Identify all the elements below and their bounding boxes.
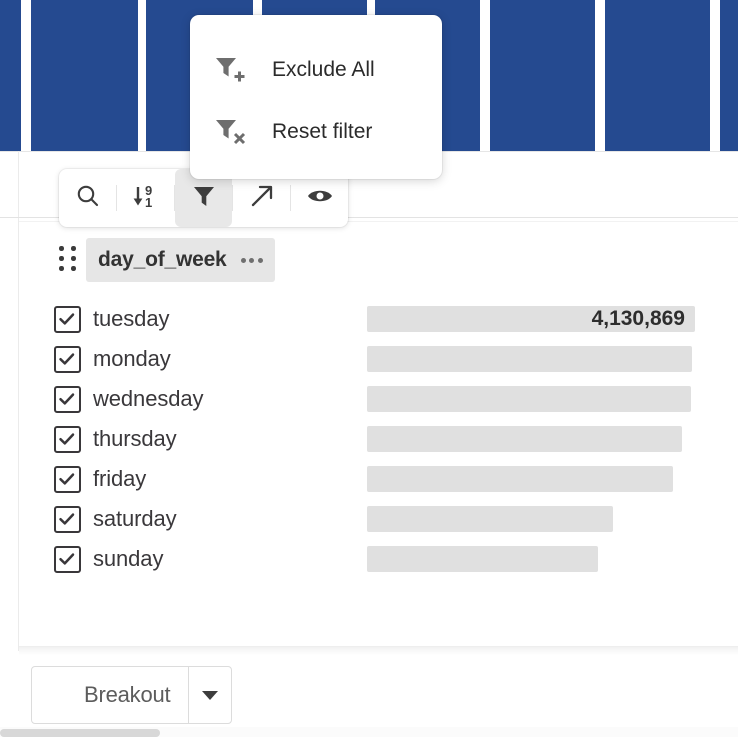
filter-row-label: sunday	[93, 546, 164, 571]
breakout-control: Breakout	[31, 666, 233, 724]
filter-icon	[191, 183, 217, 214]
chart-bar	[720, 0, 738, 151]
column-header-day-of-week[interactable]: day_of_week	[86, 238, 275, 282]
column-title: day_of_week	[98, 248, 227, 271]
checkbox-wednesday[interactable]	[54, 385, 81, 413]
breakout-dot-navy	[54, 684, 64, 694]
value-bar	[367, 506, 613, 532]
filter-context-menu: Exclude All Reset filter	[190, 15, 442, 179]
filter-row-label: tuesday	[93, 306, 170, 331]
breakout-dots-icon	[48, 684, 70, 706]
bottom-shadow	[19, 647, 738, 655]
chart-bar	[490, 0, 595, 151]
filter-row-label: monday	[93, 346, 171, 371]
value-bar	[367, 346, 692, 372]
bar-value-label: 4,130,869	[591, 307, 685, 330]
checkbox-saturday[interactable]	[54, 505, 81, 533]
breakout-dot-orange	[48, 695, 58, 705]
sort-descending-icon: 9 1	[131, 182, 161, 215]
menu-item-reset-filter[interactable]: Reset filter	[190, 101, 442, 163]
breakout-button[interactable]: Breakout	[32, 667, 188, 723]
bar-track	[367, 506, 738, 532]
bar-track	[367, 386, 738, 412]
menu-item-exclude-all[interactable]: Exclude All	[190, 39, 442, 101]
arrow-up-right-icon	[249, 183, 275, 214]
filter-row[interactable]: thursday	[0, 419, 738, 459]
filter-row-label: saturday	[93, 506, 177, 531]
menu-item-label: Reset filter	[272, 120, 373, 143]
chevron-down-icon	[202, 690, 219, 700]
bar-track	[367, 346, 738, 372]
bar-track	[367, 426, 738, 452]
search-button[interactable]	[59, 169, 116, 227]
value-bar: 4,130,869	[367, 306, 695, 332]
bar-track	[367, 546, 738, 572]
checkbox-sunday[interactable]	[54, 545, 81, 573]
chart-bar	[0, 0, 21, 151]
chart-bar	[605, 0, 710, 151]
menu-item-label: Exclude All	[272, 58, 375, 81]
sort-descending-button[interactable]: 9 1	[117, 169, 174, 227]
checkbox-thursday[interactable]	[54, 425, 81, 453]
column-options-icon[interactable]	[240, 257, 263, 263]
filter-row[interactable]: sunday	[0, 539, 738, 579]
checkbox-tuesday[interactable]	[54, 305, 81, 333]
chart-bar	[31, 0, 138, 151]
filter-row-label: wednesday	[93, 386, 204, 411]
filter-row[interactable]: wednesday	[0, 379, 738, 419]
search-icon	[75, 183, 101, 214]
bar-track	[367, 466, 738, 492]
svg-text:1: 1	[145, 195, 152, 210]
eye-icon	[306, 183, 334, 214]
filter-row-label: thursday	[93, 426, 177, 451]
filter-plus-icon	[214, 54, 254, 86]
breakout-label: Breakout	[84, 682, 171, 707]
checkbox-monday[interactable]	[54, 345, 81, 373]
bar-track: 4,130,869	[367, 306, 738, 332]
checkbox-friday[interactable]	[54, 465, 81, 493]
filter-popover-screen: 9 1 Exclude All Reset filter day_of_week…	[0, 0, 738, 737]
filter-value-list: tuesday 4,130,869 monday wednesday thursday f…	[0, 299, 738, 579]
filter-row[interactable]: friday	[0, 459, 738, 499]
value-bar	[367, 426, 682, 452]
filter-x-icon	[214, 116, 254, 148]
breakout-dot-pink	[60, 695, 70, 705]
value-bar	[367, 466, 673, 492]
horizontal-scrollbar[interactable]	[0, 729, 160, 737]
value-bar	[367, 546, 598, 572]
value-bar	[367, 386, 691, 412]
filter-row[interactable]: tuesday 4,130,869	[0, 299, 738, 339]
filter-row[interactable]: monday	[0, 339, 738, 379]
filter-row[interactable]: saturday	[0, 499, 738, 539]
breakout-dropdown-button[interactable]	[188, 667, 231, 723]
filter-row-label: friday	[93, 466, 147, 491]
drag-handle-icon[interactable]	[59, 246, 77, 272]
